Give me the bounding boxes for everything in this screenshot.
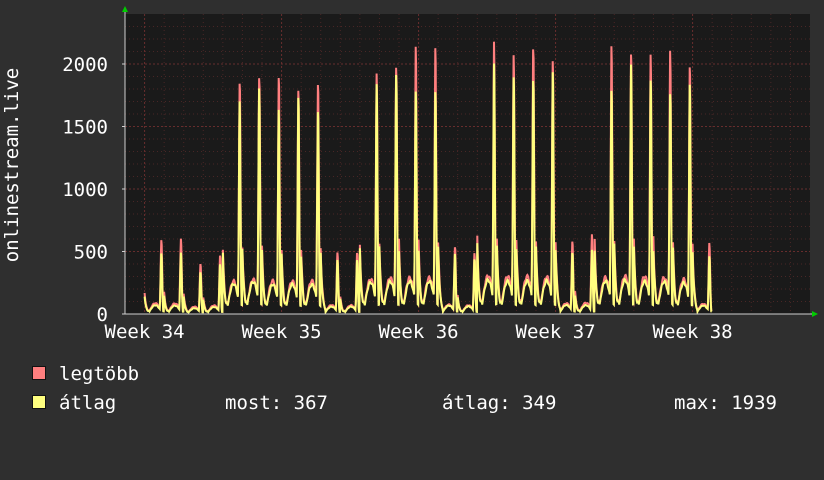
x-tick-label: Week 35 <box>242 321 322 343</box>
y-tick-label: 2000 <box>62 54 108 76</box>
y-tick-label: 1000 <box>62 179 108 201</box>
traffic-chart: 0500100015002000Week 34 Week 35 Week 36 Wee… <box>1 6 818 343</box>
x-tick-label: Week 34 <box>105 321 185 343</box>
legtobb-swatch <box>32 366 46 380</box>
x-tick-label: Week 38 <box>653 321 733 343</box>
y-tick-label: 500 <box>74 242 108 264</box>
y-tick-label: 1500 <box>62 117 108 139</box>
legend-item-atlag: átlag <box>32 392 116 480</box>
plot-area <box>125 14 810 314</box>
y-axis-arrow <box>122 6 128 12</box>
graph-panel: 0 500 1000 1500 2000 Week 34 Week 35 Week 36 Wee… <box>0 0 824 430</box>
legend-label-atlag: átlag <box>59 392 117 414</box>
stat-average: átlag: 349 <box>442 392 557 414</box>
stat-max: max: 1939 <box>674 392 777 414</box>
y-axis-label: onlinestream.live <box>1 68 23 262</box>
x-tick-label: Week 37 <box>516 321 596 343</box>
atlag-swatch <box>32 395 46 409</box>
x-tick-label: Week 36 <box>379 321 459 343</box>
stat-now: most: 367 <box>225 392 328 414</box>
legend-label-legtobb: legtöbb <box>59 363 140 385</box>
x-axis-arrow <box>812 311 818 317</box>
